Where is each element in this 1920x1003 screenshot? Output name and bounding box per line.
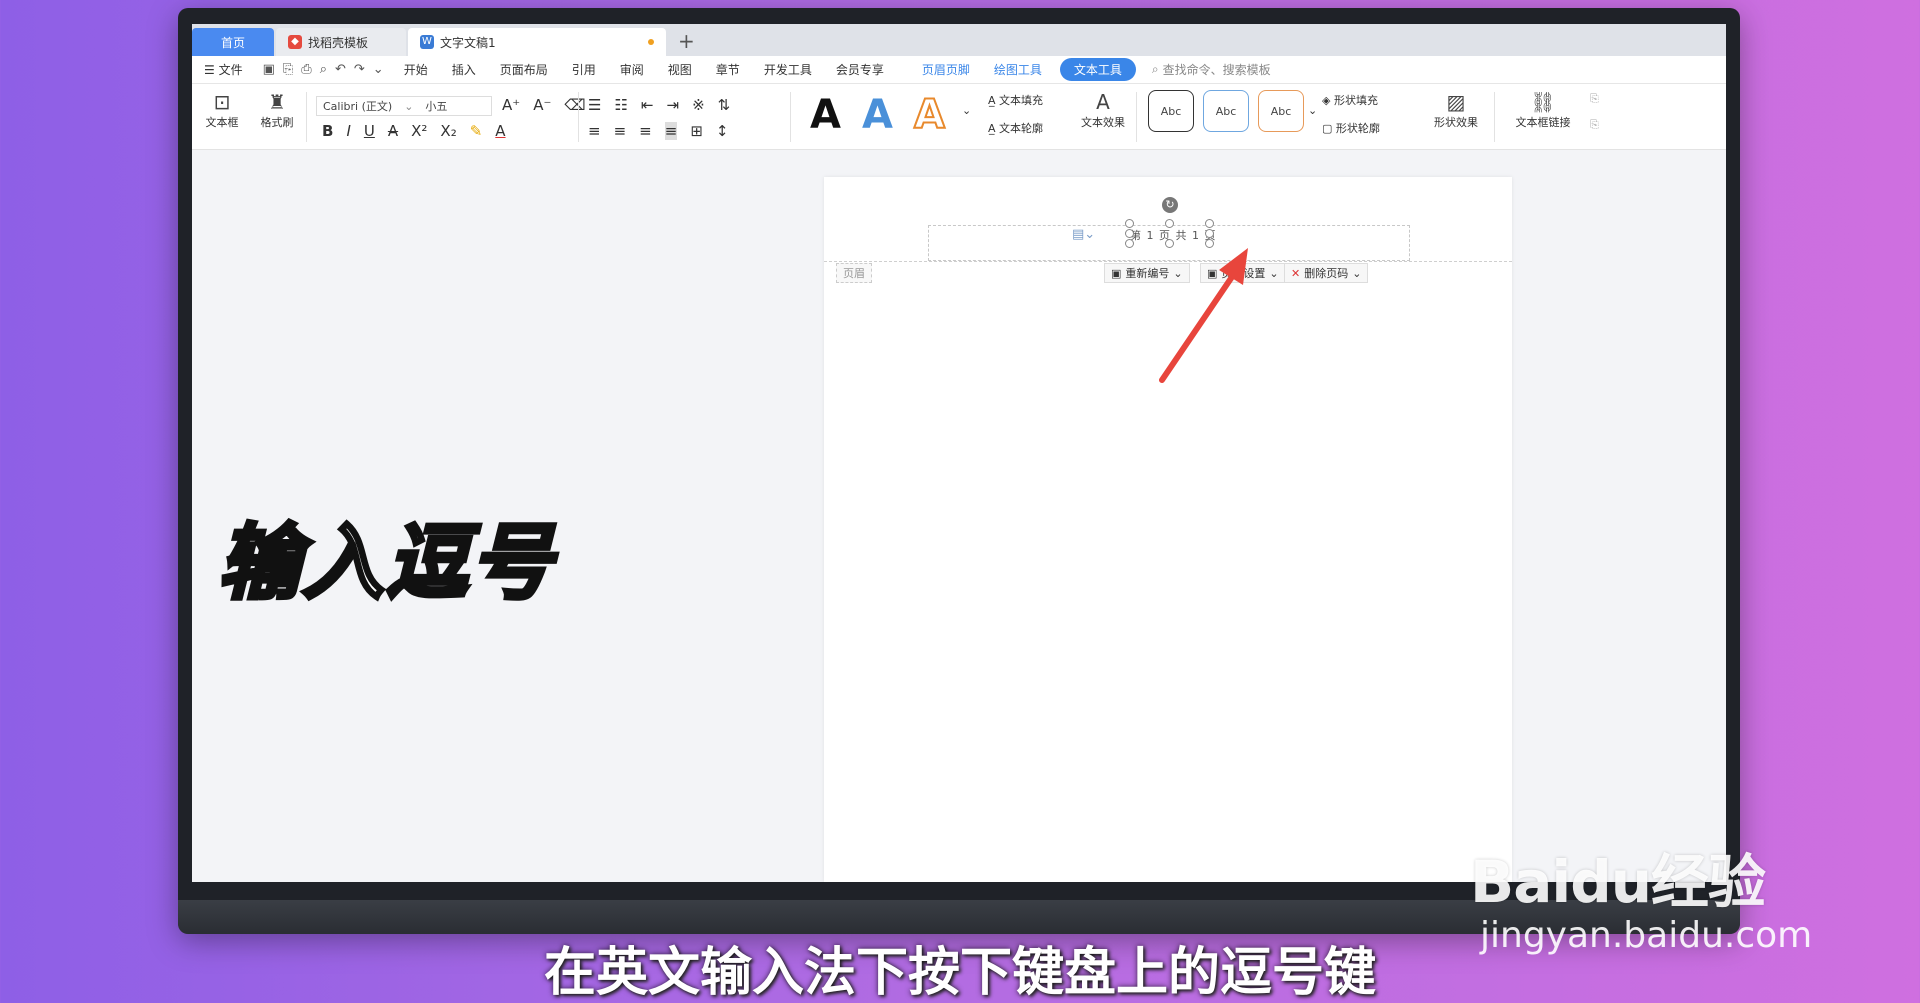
callout-text: 输入逗号 [216,514,554,613]
subtitle-caption: 在英文输入法下按下键盘上的逗号键 [543,943,1376,1003]
watermark-brand: Baidu经验 [1470,848,1766,916]
